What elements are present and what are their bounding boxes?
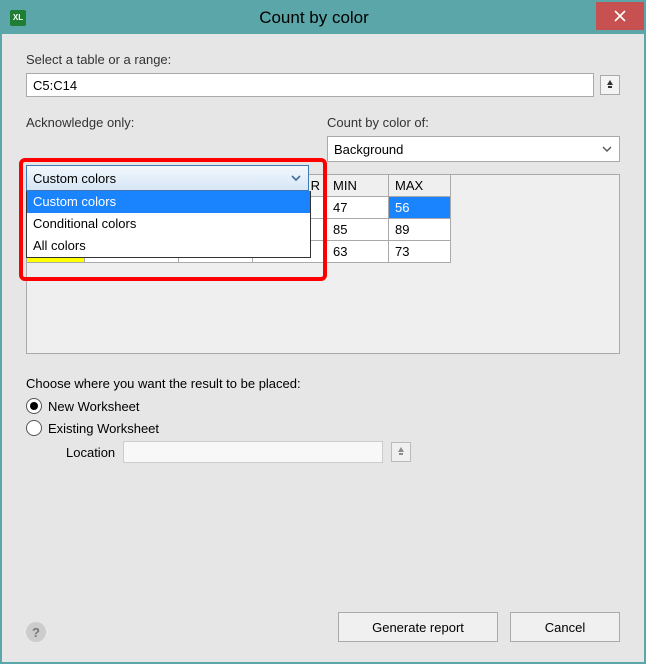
table-cell[interactable]: 56 — [389, 197, 451, 219]
radio-existing-worksheet[interactable]: Existing Worksheet — [26, 417, 620, 439]
count-by-value: Background — [334, 142, 403, 157]
range-label: Select a table or a range: — [26, 52, 620, 67]
radio-icon — [26, 420, 42, 436]
radio-label-existing: Existing Worksheet — [48, 421, 159, 436]
acknowledge-listbox[interactable]: Custom colorsConditional colorsAll color… — [26, 191, 311, 258]
count-by-label: Count by color of: — [327, 115, 620, 130]
acknowledge-option[interactable]: All colors — [27, 235, 310, 257]
help-button[interactable]: ? — [26, 622, 46, 642]
collapse-dialog-button[interactable] — [600, 75, 620, 95]
placement-label: Choose where you want the result to be p… — [26, 376, 620, 391]
chevron-down-icon — [599, 141, 615, 157]
table-cell[interactable]: 85 — [327, 219, 389, 241]
table-header[interactable]: MIN — [327, 175, 389, 197]
table-header[interactable]: MAX — [389, 175, 451, 197]
table-cell[interactable]: 73 — [389, 241, 451, 263]
radio-new-worksheet[interactable]: New Worksheet — [26, 395, 620, 417]
close-icon — [614, 10, 626, 22]
radio-icon — [26, 398, 42, 414]
location-collapse-button[interactable] — [391, 442, 411, 462]
location-input — [123, 441, 383, 463]
generate-report-button[interactable]: Generate report — [338, 612, 498, 642]
count-by-combo[interactable]: Background — [327, 136, 620, 162]
arrow-up-icon — [396, 447, 406, 457]
radio-label-new: New Worksheet — [48, 399, 140, 414]
chevron-down-icon — [288, 170, 304, 186]
cancel-button[interactable]: Cancel — [510, 612, 620, 642]
acknowledge-option[interactable]: Custom colors — [27, 191, 310, 213]
window-title: Count by color — [34, 8, 644, 28]
acknowledge-combo-value: Custom colors — [33, 171, 116, 186]
acknowledge-combo[interactable]: Custom colors Custom colorsConditional c… — [26, 165, 309, 258]
acknowledge-option[interactable]: Conditional colors — [27, 213, 310, 235]
table-cell[interactable]: 63 — [327, 241, 389, 263]
close-button[interactable] — [596, 2, 644, 30]
acknowledge-label: Acknowledge only: — [26, 115, 319, 130]
location-label: Location — [66, 445, 115, 460]
table-cell[interactable]: 47 — [327, 197, 389, 219]
range-input[interactable] — [26, 73, 594, 97]
table-cell[interactable]: 89 — [389, 219, 451, 241]
dialog-window: XL Count by color Select a table or a ra… — [0, 0, 646, 664]
title-bar: XL Count by color — [2, 2, 644, 34]
app-icon: XL — [10, 10, 26, 26]
arrow-up-icon — [605, 80, 615, 90]
